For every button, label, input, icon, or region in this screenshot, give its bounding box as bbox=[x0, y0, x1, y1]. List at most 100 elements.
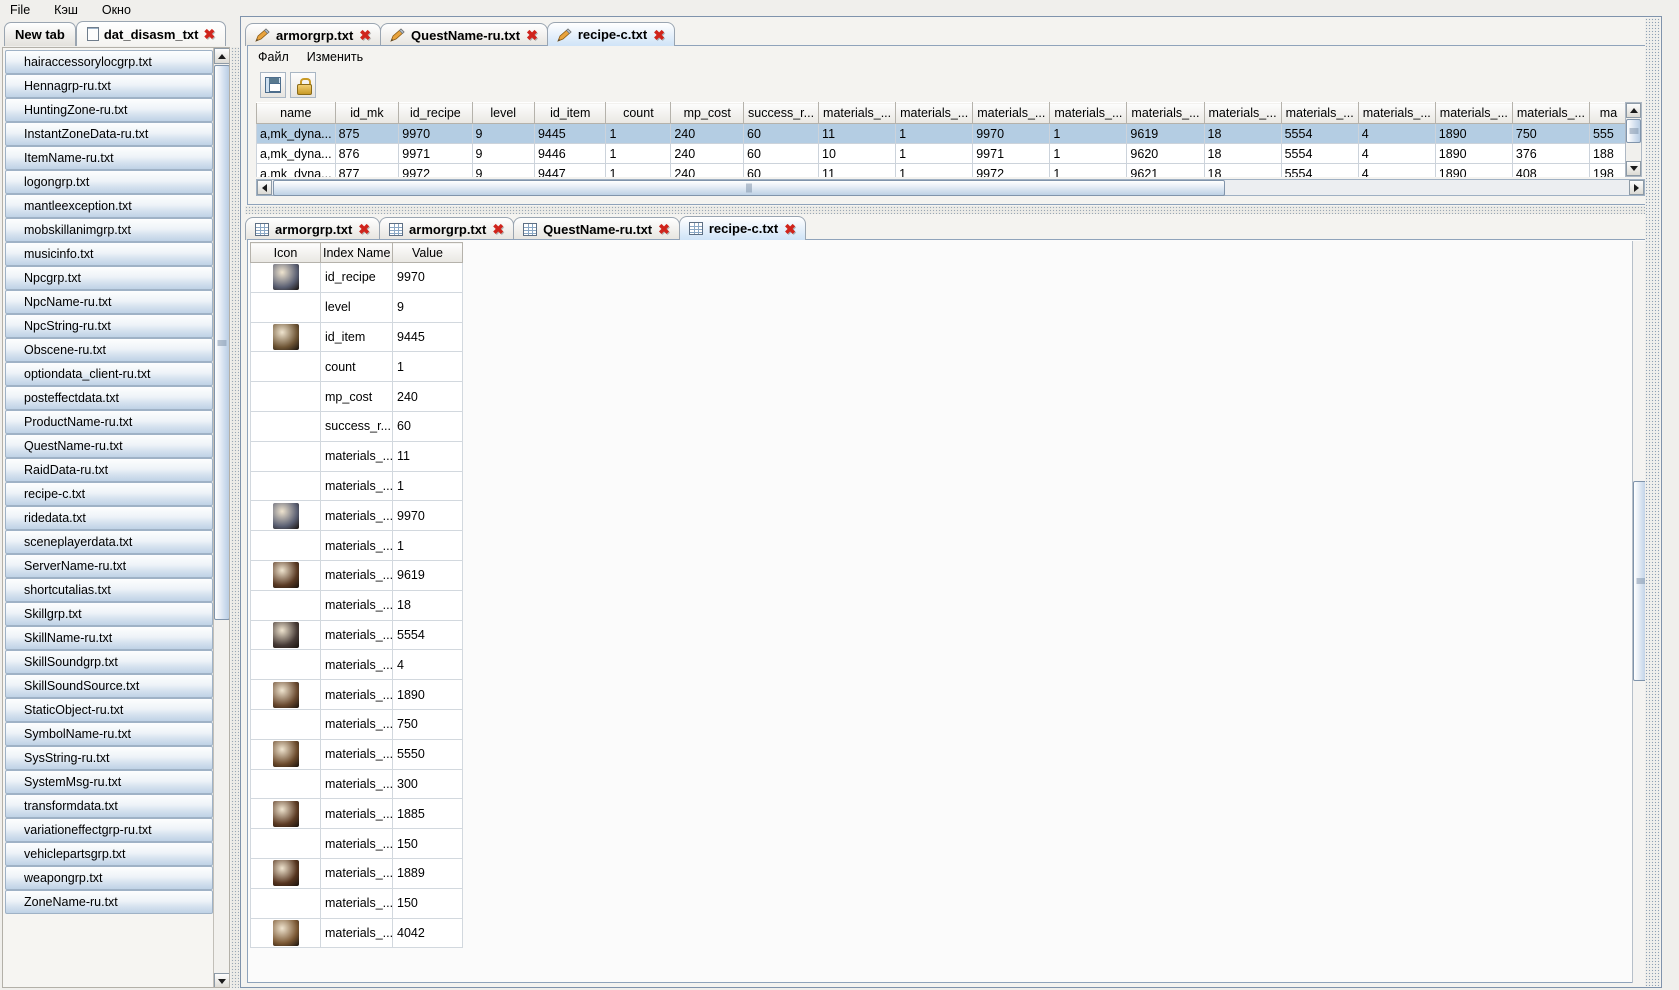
details-tab-armorgrp-2[interactable]: armorgrp.txt ✖ bbox=[379, 217, 515, 240]
close-icon[interactable]: ✖ bbox=[526, 28, 538, 42]
table-cell[interactable]: 1 bbox=[895, 123, 974, 144]
item-icon-cell[interactable] bbox=[250, 798, 321, 830]
tab-dat-disasm-txt[interactable]: dat_disasm_txt ✖ bbox=[75, 21, 227, 46]
index-name-cell[interactable]: materials_... bbox=[320, 887, 393, 919]
column-header[interactable]: materials_... bbox=[818, 102, 897, 124]
table-cell[interactable]: 1890 bbox=[1434, 163, 1513, 177]
table-cell[interactable]: 60 bbox=[743, 143, 820, 164]
table-cell[interactable]: 875 bbox=[334, 123, 400, 144]
file-list-item[interactable]: ItemName-ru.txt bbox=[5, 146, 213, 170]
scroll-down-button[interactable] bbox=[214, 973, 229, 987]
scroll-left-button[interactable] bbox=[257, 180, 272, 195]
scroll-down-button[interactable] bbox=[1626, 161, 1641, 176]
table-row[interactable]: count 1 bbox=[250, 351, 463, 383]
scroll-thumb[interactable] bbox=[1626, 119, 1641, 143]
table-cell[interactable]: 9 bbox=[471, 123, 535, 144]
file-list-scrollbar[interactable] bbox=[213, 48, 229, 987]
value-cell[interactable]: 1 bbox=[392, 530, 463, 561]
table-cell[interactable]: 11 bbox=[818, 163, 897, 177]
file-list-item[interactable]: SkillSoundgrp.txt bbox=[5, 650, 213, 674]
table-cell[interactable]: 1 bbox=[605, 163, 672, 177]
item-icon-cell[interactable] bbox=[250, 619, 321, 651]
file-list-item[interactable]: variationeffectgrp-ru.txt bbox=[5, 818, 213, 842]
table-cell[interactable]: 18 bbox=[1203, 123, 1282, 144]
item-icon-cell[interactable] bbox=[250, 321, 321, 353]
horizontal-splitter[interactable] bbox=[245, 206, 1657, 214]
table-cell[interactable]: 376 bbox=[1511, 143, 1590, 164]
column-header[interactable]: materials_... bbox=[1126, 102, 1205, 124]
table-row[interactable]: materials_... 4042 bbox=[250, 917, 463, 949]
table-row[interactable]: materials_... 150 bbox=[250, 828, 463, 859]
value-cell[interactable]: 11 bbox=[392, 440, 463, 472]
table-row[interactable]: id_recipe 9970 bbox=[250, 262, 463, 293]
records-table-vscrollbar[interactable] bbox=[1625, 102, 1642, 177]
column-header[interactable]: level bbox=[471, 102, 535, 124]
table-cell[interactable]: 1 bbox=[895, 143, 974, 164]
item-icon-cell[interactable] bbox=[250, 589, 321, 621]
file-list-item[interactable]: ProductName-ru.txt bbox=[5, 410, 213, 434]
table-cell[interactable]: 1890 bbox=[1434, 143, 1513, 164]
table-cell[interactable]: 1 bbox=[895, 163, 974, 177]
item-icon-cell[interactable] bbox=[250, 470, 321, 502]
table-cell[interactable]: 5554 bbox=[1280, 163, 1359, 177]
file-list-item[interactable]: transformdata.txt bbox=[5, 794, 213, 818]
details-tab-questname[interactable]: QuestName-ru.txt ✖ bbox=[513, 217, 680, 240]
table-row[interactable]: materials_... 1889 bbox=[250, 857, 463, 889]
item-icon-cell[interactable] bbox=[250, 291, 321, 323]
value-cell[interactable]: 9970 bbox=[392, 262, 463, 293]
column-header[interactable]: id_item bbox=[533, 102, 607, 124]
index-name-cell[interactable]: materials_... bbox=[320, 589, 393, 621]
value-cell[interactable]: 9 bbox=[392, 291, 463, 323]
scroll-thumb[interactable] bbox=[214, 65, 229, 620]
index-name-cell[interactable]: materials_... bbox=[320, 768, 393, 800]
item-icon-cell[interactable] bbox=[250, 857, 321, 889]
table-cell[interactable]: 1 bbox=[1049, 123, 1128, 144]
item-icon-cell[interactable] bbox=[250, 887, 321, 919]
file-list-item[interactable]: ZoneName-ru.txt bbox=[5, 890, 213, 914]
table-cell[interactable]: a,mk_dyna... bbox=[256, 123, 336, 144]
table-row[interactable]: materials_... 300 bbox=[250, 768, 463, 800]
index-name-cell[interactable]: materials_... bbox=[320, 649, 393, 681]
file-list-item[interactable]: Hennagrp-ru.txt bbox=[5, 74, 213, 98]
table-cell[interactable]: 9972 bbox=[398, 163, 473, 177]
item-icon-cell[interactable] bbox=[250, 440, 321, 472]
table-cell[interactable]: 1 bbox=[605, 123, 672, 144]
table-row[interactable]: mp_cost 240 bbox=[250, 381, 463, 412]
table-row[interactable]: materials_... 1 bbox=[250, 470, 463, 502]
column-header[interactable]: name bbox=[256, 102, 336, 124]
details-tab-armorgrp-1[interactable]: armorgrp.txt ✖ bbox=[245, 217, 381, 240]
details-table[interactable]: Icon Index Name Value id_recipe 9970 level 9 id… bbox=[250, 242, 463, 949]
table-cell[interactable]: 1 bbox=[605, 143, 672, 164]
index-name-cell[interactable]: materials_... bbox=[320, 530, 393, 561]
table-cell[interactable]: 4 bbox=[1357, 143, 1436, 164]
close-icon[interactable]: ✖ bbox=[358, 222, 370, 236]
table-cell[interactable]: 876 bbox=[334, 143, 400, 164]
index-name-cell[interactable]: materials_... bbox=[320, 738, 393, 770]
column-header[interactable]: Value bbox=[392, 242, 463, 263]
table-row[interactable]: materials_... 150 bbox=[250, 887, 463, 919]
file-list-item[interactable]: Skillgrp.txt bbox=[5, 602, 213, 626]
file-list-item[interactable]: shortcutalias.txt bbox=[5, 578, 213, 602]
scroll-thumb[interactable] bbox=[273, 180, 1225, 196]
table-cell[interactable]: 408 bbox=[1511, 163, 1590, 177]
column-header[interactable]: materials_... bbox=[895, 102, 974, 124]
table-row[interactable]: materials_... 9619 bbox=[250, 559, 463, 591]
table-cell[interactable]: 555 bbox=[1588, 123, 1628, 144]
table-cell[interactable]: 240 bbox=[670, 143, 745, 164]
file-list-item[interactable]: musicinfo.txt bbox=[5, 242, 213, 266]
file-list-item[interactable]: RaidData-ru.txt bbox=[5, 458, 213, 482]
table-row[interactable]: materials_... 11 bbox=[250, 440, 463, 472]
table-cell[interactable]: 9 bbox=[471, 143, 535, 164]
file-list-item[interactable]: mantleexception.txt bbox=[5, 194, 213, 218]
column-header[interactable]: materials_... bbox=[1203, 102, 1282, 124]
index-name-cell[interactable]: id_item bbox=[320, 321, 393, 353]
column-header[interactable]: Index Name bbox=[320, 242, 393, 263]
file-list-item[interactable]: QuestName-ru.txt bbox=[5, 434, 213, 458]
table-row[interactable]: materials_... 1885 bbox=[250, 798, 463, 830]
column-header[interactable]: materials_... bbox=[1434, 102, 1513, 124]
column-header[interactable]: id_mk bbox=[334, 102, 400, 124]
table-cell[interactable]: 240 bbox=[670, 123, 745, 144]
table-cell[interactable]: 10 bbox=[818, 143, 897, 164]
value-cell[interactable]: 18 bbox=[392, 589, 463, 621]
editor-tab-recipe-c[interactable]: recipe-c.txt ✖ bbox=[546, 22, 675, 46]
